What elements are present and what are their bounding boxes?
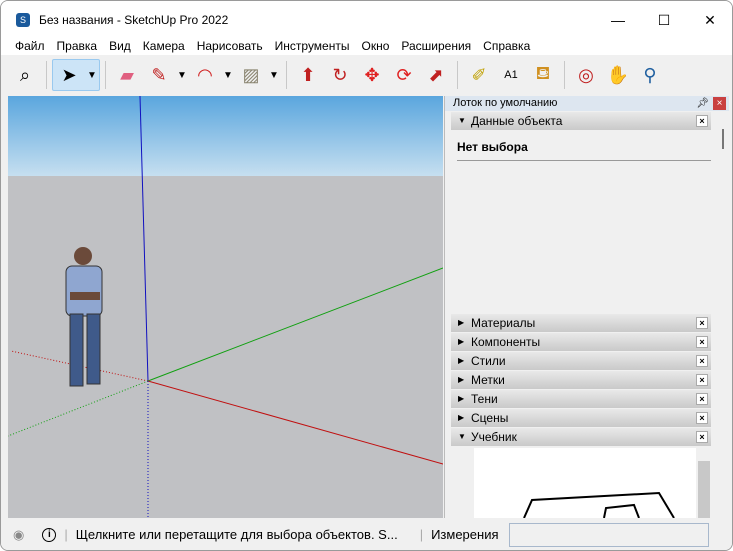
sketchup-logo-icon: S bbox=[16, 13, 30, 27]
green-axis bbox=[147, 267, 443, 382]
entity-info-label: Данные объекта bbox=[471, 114, 563, 128]
red-axis bbox=[147, 380, 443, 465]
menu-view[interactable]: Вид bbox=[103, 38, 137, 55]
tray-close-button[interactable]: × bbox=[713, 97, 726, 110]
no-selection: Нет выбора bbox=[457, 140, 711, 161]
zoom-extents-icon[interactable]: ⌕ bbox=[11, 60, 39, 90]
close-icon[interactable]: × bbox=[696, 115, 708, 127]
zoom-icon[interactable]: ⚲ bbox=[636, 60, 664, 90]
expanded-triangle-icon: ▼ bbox=[458, 116, 466, 125]
tray-title-bar: Лоток по умолчанию 📌︎ × bbox=[445, 96, 729, 111]
tutorial-scrollbar[interactable] bbox=[698, 461, 710, 518]
info-icon[interactable]: i bbox=[42, 527, 57, 542]
section-styles[interactable]: ▶ Стили × bbox=[451, 352, 711, 370]
close-button[interactable]: ✕ bbox=[687, 1, 732, 39]
separator bbox=[105, 61, 106, 89]
scale-figure bbox=[65, 247, 103, 387]
orbit-icon[interactable]: ◎ bbox=[572, 60, 600, 90]
section-tags[interactable]: ▶ Метки × bbox=[451, 371, 711, 389]
section-tutorial[interactable]: ▼ Учебник × bbox=[451, 428, 711, 446]
measurements-input[interactable] bbox=[508, 522, 709, 547]
status-hint: Щелкните или перетащите для выбора объек… bbox=[75, 527, 398, 542]
rotate-icon[interactable]: ⟳ bbox=[390, 60, 418, 90]
window-title: Без названия - SketchUp Pro 2022 bbox=[39, 13, 229, 27]
section-shadows[interactable]: ▶ Тени × bbox=[451, 390, 711, 408]
menu-tools[interactable]: Инструменты bbox=[269, 38, 356, 55]
chevron-down-icon[interactable]: ▼ bbox=[267, 60, 281, 90]
separator bbox=[286, 61, 287, 89]
separator bbox=[46, 61, 47, 89]
close-icon[interactable]: × bbox=[696, 317, 708, 329]
section-materials[interactable]: ▶ Материалы × bbox=[451, 314, 711, 332]
tray-title: Лоток по умолчанию bbox=[453, 97, 558, 109]
chevron-down-icon[interactable]: ▼ bbox=[175, 60, 189, 90]
paint-bucket-icon[interactable]: ⛾ bbox=[529, 60, 557, 90]
3d-viewport[interactable] bbox=[8, 96, 443, 518]
move-icon[interactable]: ✥ bbox=[358, 60, 386, 90]
pencil-icon[interactable]: ✎ bbox=[145, 60, 173, 90]
menu-window[interactable]: Окно bbox=[355, 38, 395, 55]
menu-help[interactable]: Справка bbox=[477, 38, 536, 55]
geolocation-icon[interactable]: ◉ bbox=[13, 527, 24, 543]
text-tool-icon[interactable]: A1 bbox=[497, 60, 525, 90]
menu-bar: Файл Правка Вид Камера Нарисовать Инстру… bbox=[1, 38, 732, 55]
maximize-button[interactable]: ☐ bbox=[641, 1, 687, 39]
sketchup-window: S Без названия - SketchUp Pro 2022 — ☐ ✕… bbox=[0, 0, 733, 551]
close-icon[interactable]: × bbox=[696, 393, 708, 405]
chevron-down-icon[interactable]: ▼ bbox=[85, 60, 99, 90]
scrollbar[interactable] bbox=[722, 129, 724, 149]
menu-extensions[interactable]: Расширения bbox=[395, 38, 477, 55]
minimize-button[interactable]: — bbox=[595, 1, 641, 39]
select-arrow-icon[interactable]: ➤ bbox=[55, 60, 83, 90]
pin-icon[interactable]: 📌︎ bbox=[696, 96, 709, 111]
entity-info-header[interactable]: ▼ Данные объекта × bbox=[451, 112, 711, 130]
toolbar: ⌕ ➤ ▼ ▰ ✎ ▼ ◠ ▼ ▨ ▼ ⬆ ↻ ✥ ⟳ ⬈ ✐ A1 ⛾ ◎ ✋ ⚲ bbox=[1, 55, 732, 95]
close-icon[interactable]: × bbox=[696, 412, 708, 424]
push-pull-icon[interactable]: ⬆ bbox=[294, 60, 322, 90]
blue-axis bbox=[139, 96, 149, 382]
close-icon[interactable]: × bbox=[696, 336, 708, 348]
green-axis-negative bbox=[8, 380, 149, 437]
menu-file[interactable]: Файл bbox=[9, 38, 51, 55]
section-scenes[interactable]: ▶ Сцены × bbox=[451, 409, 711, 427]
menu-edit[interactable]: Правка bbox=[51, 38, 104, 55]
menu-draw[interactable]: Нарисовать bbox=[191, 38, 269, 55]
chevron-down-icon[interactable]: ▼ bbox=[221, 60, 235, 90]
tutorial-content bbox=[474, 448, 696, 519]
eraser-icon[interactable]: ▰ bbox=[113, 60, 141, 90]
arc-icon[interactable]: ◠ bbox=[191, 60, 219, 90]
status-bar: ◉ i | Щелкните или перетащите для выбора… bbox=[1, 518, 732, 550]
pan-hand-icon[interactable]: ✋ bbox=[604, 60, 632, 90]
rectangle-icon[interactable]: ▨ bbox=[237, 60, 265, 90]
separator bbox=[457, 61, 458, 89]
menu-camera[interactable]: Камера bbox=[137, 38, 191, 55]
follow-me-icon[interactable]: ↻ bbox=[326, 60, 354, 90]
tape-measure-icon[interactable]: ✐ bbox=[465, 60, 493, 90]
close-icon[interactable]: × bbox=[696, 431, 708, 443]
close-icon[interactable]: × bbox=[696, 355, 708, 367]
title-bar: S Без названия - SketchUp Pro 2022 — ☐ ✕ bbox=[1, 1, 732, 39]
separator bbox=[564, 61, 565, 89]
scale-icon[interactable]: ⬈ bbox=[422, 60, 450, 90]
close-icon[interactable]: × bbox=[696, 374, 708, 386]
axes bbox=[8, 96, 443, 518]
section-components[interactable]: ▶ Компоненты × bbox=[451, 333, 711, 351]
default-tray: Лоток по умолчанию 📌︎ × ▼ Данные объекта × Н… bbox=[444, 96, 729, 519]
select-tool[interactable]: ➤ ▼ bbox=[52, 59, 100, 91]
measurements-label: Измерения bbox=[431, 527, 499, 542]
